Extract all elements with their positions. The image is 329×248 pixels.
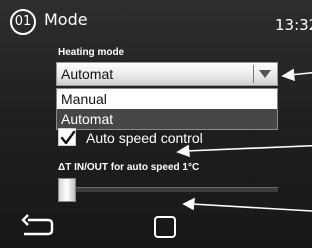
back-arrow-icon[interactable] [20, 214, 54, 238]
heating-mode-selected-value: Automat [61, 66, 114, 82]
home-button[interactable] [154, 216, 176, 238]
delta-t-slider-thumb[interactable] [58, 178, 76, 202]
screen-number-badge: 01 [10, 9, 36, 35]
clock: 13:32 [275, 16, 319, 34]
option-manual[interactable]: Manual [57, 89, 277, 109]
heating-mode-label: Heating mode [58, 47, 125, 58]
checkmark-icon [60, 130, 76, 145]
auto-speed-checkbox[interactable] [58, 128, 76, 146]
screen-title: Mode [44, 10, 88, 29]
dropdown-arrow-icon[interactable] [259, 70, 271, 78]
option-automat[interactable]: Automat [57, 109, 277, 129]
control-panel: 01 Mode 13:32 Heating mode Automat Manua… [0, 0, 318, 248]
select-divider [253, 65, 254, 83]
device-screen: 01 Mode 13:32 Heating mode Automat Manua… [0, 0, 329, 248]
heating-mode-select[interactable]: Automat [56, 62, 278, 86]
auto-speed-label: Auto speed control [86, 130, 203, 146]
delta-t-slider-track[interactable] [58, 187, 278, 192]
delta-t-slider-label: ΔT IN/OUT for auto speed 1°C [58, 162, 200, 173]
heating-mode-options-list: Manual Automat [56, 88, 278, 130]
